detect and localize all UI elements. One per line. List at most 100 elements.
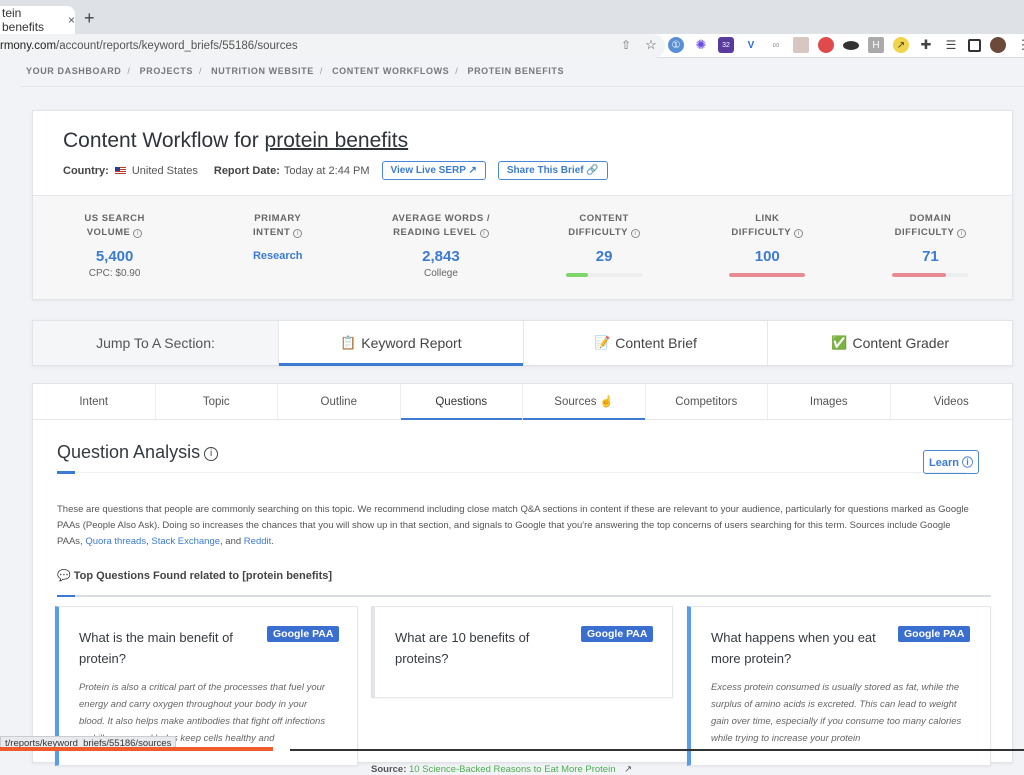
address-bar: rmony.com/account/reports/keyword_briefs…	[0, 34, 1024, 58]
report-meta: Country: United States Report Date: Toda…	[63, 161, 608, 180]
divider	[57, 471, 967, 474]
info-icon[interactable]: i	[957, 229, 967, 238]
info-icon[interactable]: i	[204, 447, 219, 461]
link-extension-icon[interactable]: ∞	[768, 37, 784, 53]
divider	[57, 595, 991, 597]
google-paa-badge: Google PAA	[581, 626, 654, 642]
progress-bar	[0, 747, 273, 751]
jump-item-label: Keyword Report	[361, 335, 462, 351]
section-title: Question Analysis i	[57, 442, 219, 463]
stat-label: LINK DIFFICULTY i	[686, 212, 849, 240]
tab-questions[interactable]: Questions	[400, 384, 523, 420]
info-icon[interactable]: i	[794, 229, 804, 238]
breadcrumb-item[interactable]: PROTEIN BENEFITS	[467, 66, 564, 76]
question-card[interactable]: What happens when you eat more protein? …	[687, 606, 991, 766]
info-icon[interactable]: i	[133, 229, 143, 238]
difficulty-bar	[729, 273, 806, 277]
share-brief-button[interactable]: Share This Brief 🔗	[497, 161, 608, 180]
tab-title: tein benefits	[2, 6, 45, 34]
difficulty-bar	[892, 273, 969, 277]
learn-button[interactable]: Learn ⓘ	[923, 450, 980, 474]
reddit-link[interactable]: Reddit	[244, 536, 271, 547]
yellow-extension-icon[interactable]: ↗	[893, 37, 909, 53]
gear-extension-icon[interactable]: ✺	[693, 37, 709, 53]
stat-3: CONTENT DIFFICULTY i 29	[523, 196, 686, 299]
tab-sources[interactable]: Sources ☝	[523, 384, 646, 420]
stat-value[interactable]: Research	[196, 250, 359, 262]
jump-keyword-report[interactable]: 📋 Keyword Report	[278, 321, 523, 366]
report-date-label: Report Date:	[213, 164, 280, 177]
red-extension-icon[interactable]	[818, 37, 834, 53]
header-card: Content Workflow for protein benefits Co…	[32, 110, 1013, 300]
tab-intent[interactable]: Intent	[33, 384, 156, 419]
h-extension-icon[interactable]: H	[868, 37, 884, 53]
star-icon[interactable]: ☆	[643, 37, 659, 53]
info-icon[interactable]: i	[630, 229, 640, 238]
tab-outline[interactable]: Outline	[278, 384, 401, 419]
jump-content-grader[interactable]: ✅ Content Grader	[767, 321, 1012, 365]
hand-cursor-icon: ☝	[599, 396, 614, 408]
top-questions-heading: 💬 Top Questions Found related to [protei…	[57, 570, 333, 582]
profile-avatar[interactable]	[990, 37, 1006, 53]
stat-value: 71	[922, 248, 939, 265]
keyword-link[interactable]: protein benefits	[265, 129, 409, 152]
menu-icon[interactable]: ⋮	[1015, 37, 1024, 53]
jump-item-label: Content Brief	[615, 335, 697, 351]
share-icon[interactable]: ⇧	[618, 37, 634, 53]
browser-tab-bar: tein benefits × +	[0, 0, 1024, 34]
playlist-icon[interactable]: ☰	[943, 37, 959, 53]
puzzle-icon[interactable]: ✚	[918, 37, 934, 53]
stat-label: CONTENT DIFFICULTY i	[523, 212, 686, 240]
v-extension-icon[interactable]: V	[743, 37, 759, 53]
question-card[interactable]: What are 10 benefits of proteins? Google…	[371, 606, 673, 698]
answer-text: Excess protein consumed is usually store…	[711, 682, 962, 744]
breadcrumb-item[interactable]: YOUR DASHBOARD	[26, 66, 121, 76]
divider	[20, 86, 1024, 87]
jump-label: Jump To A Section:	[33, 321, 278, 365]
difficulty-bar	[566, 273, 643, 277]
tab-topic[interactable]: Topic	[156, 384, 278, 419]
stat-value: 100	[754, 248, 780, 265]
onepassword-icon[interactable]: ①	[668, 37, 684, 53]
image-extension-icon[interactable]	[793, 37, 809, 53]
page-content: YOUR DASHBOARD / PROJECTS / NUTRITION WEBS…	[0, 58, 1024, 775]
stats-panel: US SEARCH VOLUME i 5,400 CPC: $0.90 PRIMARY I…	[33, 195, 1012, 299]
breadcrumb-item[interactable]: CONTENT WORKFLOWS	[332, 66, 449, 76]
clipboard-icon: 📋	[340, 335, 357, 350]
view-live-serp-button[interactable]: View Live SERP ↗	[381, 161, 486, 180]
sidepanel-icon[interactable]	[968, 38, 981, 52]
question-text: What is the main benefit of protein?	[79, 630, 233, 666]
keyword-report-card: Intent Topic Outline Questions Sources ☝ …	[32, 383, 1013, 775]
badge-extension-icon[interactable]: 32	[718, 37, 734, 53]
breadcrumb-item[interactable]: NUTRITION WEBSITE	[211, 66, 314, 76]
info-icon[interactable]: i	[293, 229, 303, 238]
breadcrumb: YOUR DASHBOARD / PROJECTS / NUTRITION WEBS…	[26, 66, 565, 76]
google-paa-badge: Google PAA	[267, 626, 340, 642]
section-description: These are questions that people are comm…	[57, 502, 977, 550]
tab-images[interactable]: Images	[768, 384, 891, 419]
browser-tab[interactable]: tein benefits ×	[0, 6, 75, 34]
breadcrumb-item[interactable]: PROJECTS	[140, 66, 193, 76]
tab-competitors[interactable]: Competitors	[646, 384, 768, 419]
url-domain: rmony.com	[0, 40, 57, 52]
quora-link[interactable]: Quora threads	[85, 536, 146, 547]
jump-content-brief[interactable]: 📝 Content Brief	[522, 321, 768, 365]
separator: .	[271, 536, 274, 547]
hat-extension-icon[interactable]	[843, 40, 859, 50]
extension-toolbar: ⇧ ☆ ① ✺ 32 V ∞ H ↗ ✚ ☰ ⋮	[618, 37, 1024, 53]
close-tab-icon[interactable]: ×	[68, 13, 75, 27]
country-label: Country:	[63, 164, 109, 177]
stat-label: DOMAIN DIFFICULTY i	[849, 212, 1012, 240]
tab-videos[interactable]: Videos	[891, 384, 1013, 419]
stack-exchange-link[interactable]: Stack Exchange	[151, 536, 220, 547]
us-flag-icon	[114, 166, 126, 175]
source-link[interactable]: 10 Science-Backed Reasons to Eat More Pr…	[409, 764, 615, 775]
question-text: What are 10 benefits of proteins?	[395, 630, 530, 666]
stat-2: AVERAGE WORDS / READING LEVEL i 2,843 Colle…	[359, 196, 522, 299]
country-value: United States	[131, 164, 198, 177]
page-title: Content Workflow for protein benefits	[63, 129, 408, 153]
url-input[interactable]: rmony.com/account/reports/keyword_briefs…	[0, 34, 665, 58]
external-link-icon[interactable]: ↗	[624, 764, 632, 775]
new-tab-button[interactable]: +	[84, 8, 95, 29]
info-icon[interactable]: i	[479, 229, 489, 238]
